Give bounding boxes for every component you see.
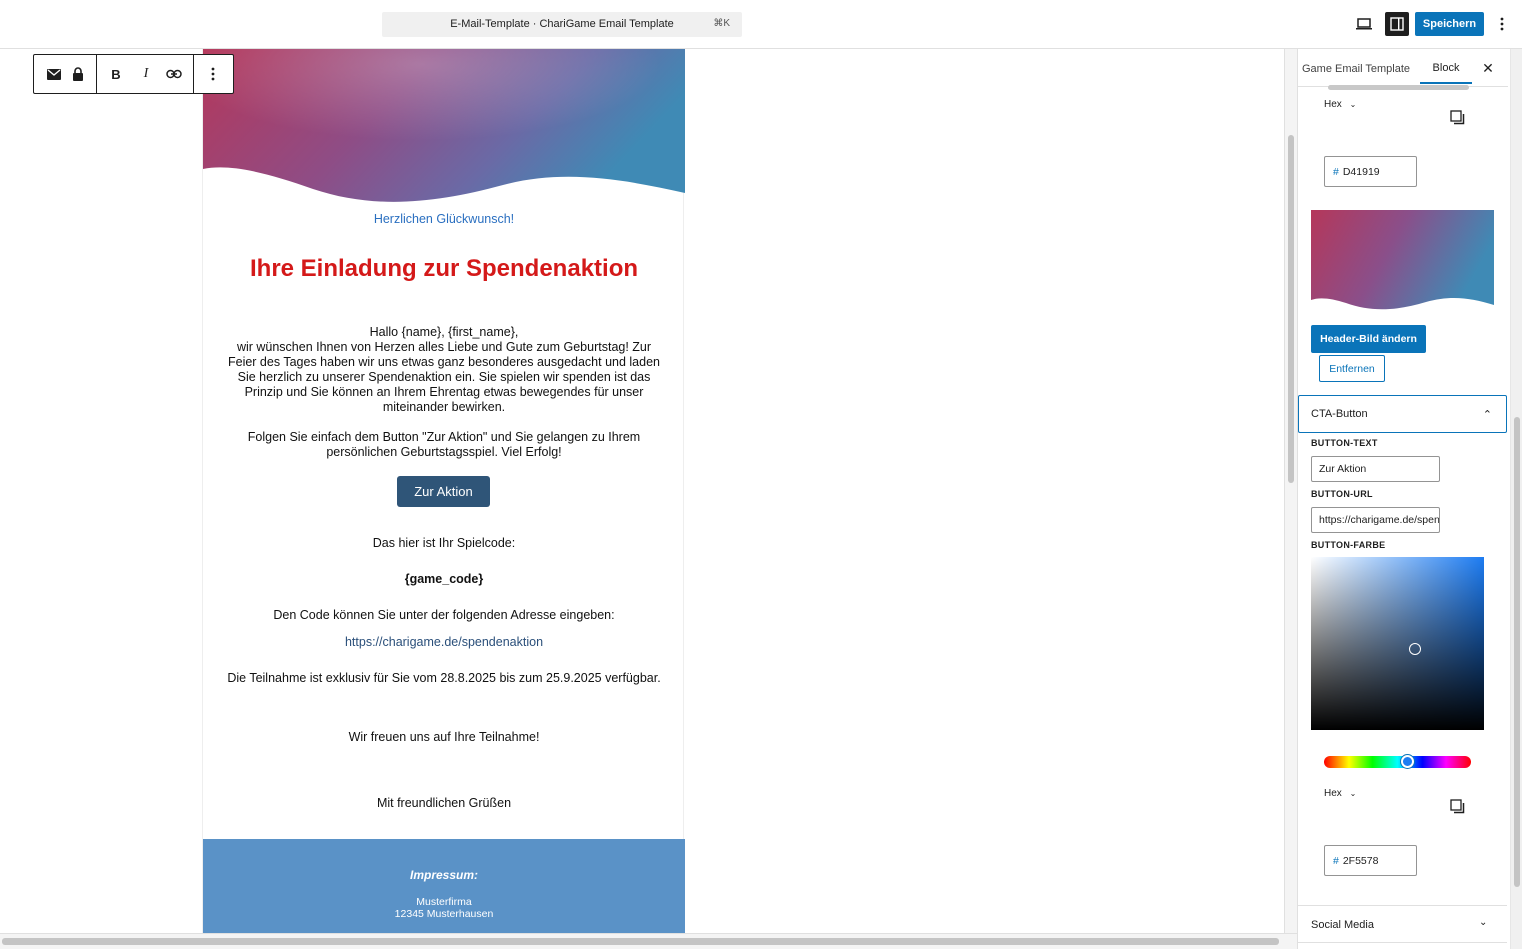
tabs-scrollbar[interactable] [1328,85,1469,90]
address-intro-text: Den Code können Sie unter der folgenden … [273,608,615,622]
canvas-vertical-scrollbar[interactable] [1284,49,1297,933]
saturation-handle[interactable] [1409,643,1421,655]
command-palette[interactable]: E-Mail-Template · ChariGame Email Templa… [382,12,742,37]
headline-color-hex-input[interactable]: # D41919 [1324,156,1417,187]
header-image[interactable] [203,49,685,209]
sidebar-tabs: Game Email Template Block [1298,49,1508,87]
hue-handle[interactable] [1401,755,1415,768]
save-button[interactable]: Speichern [1415,12,1484,36]
settings-sidebar: Game Email Template Block ✕ Hex ⌄ # D4191… [1297,49,1522,949]
hex-format-select[interactable]: Hex ⌄ [1324,788,1356,799]
more-options-icon[interactable] [1490,12,1514,36]
more-options-icon[interactable] [202,63,224,85]
code-intro-text: Das hier ist Ihr Spielcode: [372,536,516,550]
body-paragraph-1: wir wünschen Ihnen von Herzen alles Lieb… [227,340,660,414]
desktop-preview-icon[interactable] [1352,12,1376,36]
sidebar-toggle-icon[interactable] [1385,12,1409,36]
sidebar-scrollbar[interactable] [1510,49,1522,949]
italic-icon[interactable]: I [135,63,157,85]
button-text-label: BUTTON-TEXT [1311,438,1378,448]
hue-slider[interactable] [1324,755,1471,768]
change-header-image-button[interactable]: Header-Bild ändern [1311,325,1426,353]
cta-button[interactable]: Zur Aktion [397,476,490,507]
editor-topbar: E-Mail-Template · ChariGame Email Templa… [0,0,1522,49]
editor-canvas: Herzlichen Glückwunsch! Ihre Einladung z… [0,49,1284,933]
panel-divider [1298,905,1507,906]
button-url-label: BUTTON-URL [1311,489,1373,499]
remove-header-image-button[interactable]: Entfernen [1319,355,1385,382]
email-icon[interactable] [43,63,65,85]
button-color-hex-input[interactable]: #2F5578 [1324,845,1417,876]
panel-divider [1298,942,1507,943]
congrats-text: Herzlichen Glückwunsch! [373,212,515,226]
bold-icon[interactable]: B [105,63,127,85]
tab-block[interactable]: Block [1420,54,1472,84]
shortcut-hint: ⌘K [713,18,730,29]
period-text: Die Teilnahme ist exklusiv für Sie vom 2… [227,671,661,685]
footer-city: 12345 Musterhausen [394,908,494,920]
game-code: {game_code} [404,572,484,586]
greeting-text: Hallo {name}, {first_name}, [369,325,519,339]
saturation-picker[interactable] [1311,557,1484,730]
closing-text-2: Mit freundlichen Grüßen [376,796,512,810]
document-title: E-Mail-Template · ChariGame Email Templa… [450,18,674,30]
email-headline[interactable]: Ihre Einladung zur Spendenaktion [223,254,665,284]
button-url-input[interactable]: https://charigame.de/spendenaktion [1311,507,1440,533]
block-toolbar: B I [33,54,234,94]
button-color-hex-value: 2F5578 [1342,854,1379,867]
email-preview: Herzlichen Glückwunsch! Ihre Einladung z… [202,49,685,933]
tab-template[interactable]: Game Email Template [1298,54,1410,84]
button-color-label: BUTTON-FARBE [1311,540,1386,550]
email-footer: Impressum: Musterfirma 12345 Musterhause… [203,839,685,933]
game-link[interactable]: https://charigame.de/spendenaktion [223,635,665,650]
chevron-up-icon: ⌃ [1482,408,1492,421]
hex-format-label: Hex [1324,788,1342,799]
footer-title: Impressum: [409,868,479,882]
chevron-down-icon: ⌄ [1349,100,1357,109]
chevron-down-icon[interactable]: ⌄ [1479,917,1487,928]
link-icon[interactable] [163,63,185,85]
headline-color-hex-value: D41919 [1342,165,1380,178]
footer-company: Musterfirma [416,896,472,908]
lock-icon[interactable] [67,63,89,85]
copy-icon[interactable] [1450,799,1465,814]
chevron-down-icon: ⌄ [1349,789,1357,798]
social-media-panel-title[interactable]: Social Media [1311,919,1374,931]
button-text-input[interactable]: Zur Aktion [1311,456,1440,482]
canvas-horizontal-scrollbar[interactable] [0,933,1297,949]
copy-icon[interactable] [1450,110,1465,125]
close-icon[interactable]: ✕ [1478,58,1498,78]
closing-text-1: Wir freuen uns auf Ihre Teilnahme! [348,730,540,744]
hex-format-label: Hex [1324,99,1342,110]
cta-panel-header[interactable]: CTA-Button ⌃ [1298,395,1507,433]
body-paragraph-2: Folgen Sie einfach dem Button "Zur Aktio… [247,430,641,459]
header-image-thumbnail [1311,210,1494,310]
hex-format-select[interactable]: Hex ⌄ [1324,99,1356,110]
cta-panel-title: CTA-Button [1311,408,1368,420]
